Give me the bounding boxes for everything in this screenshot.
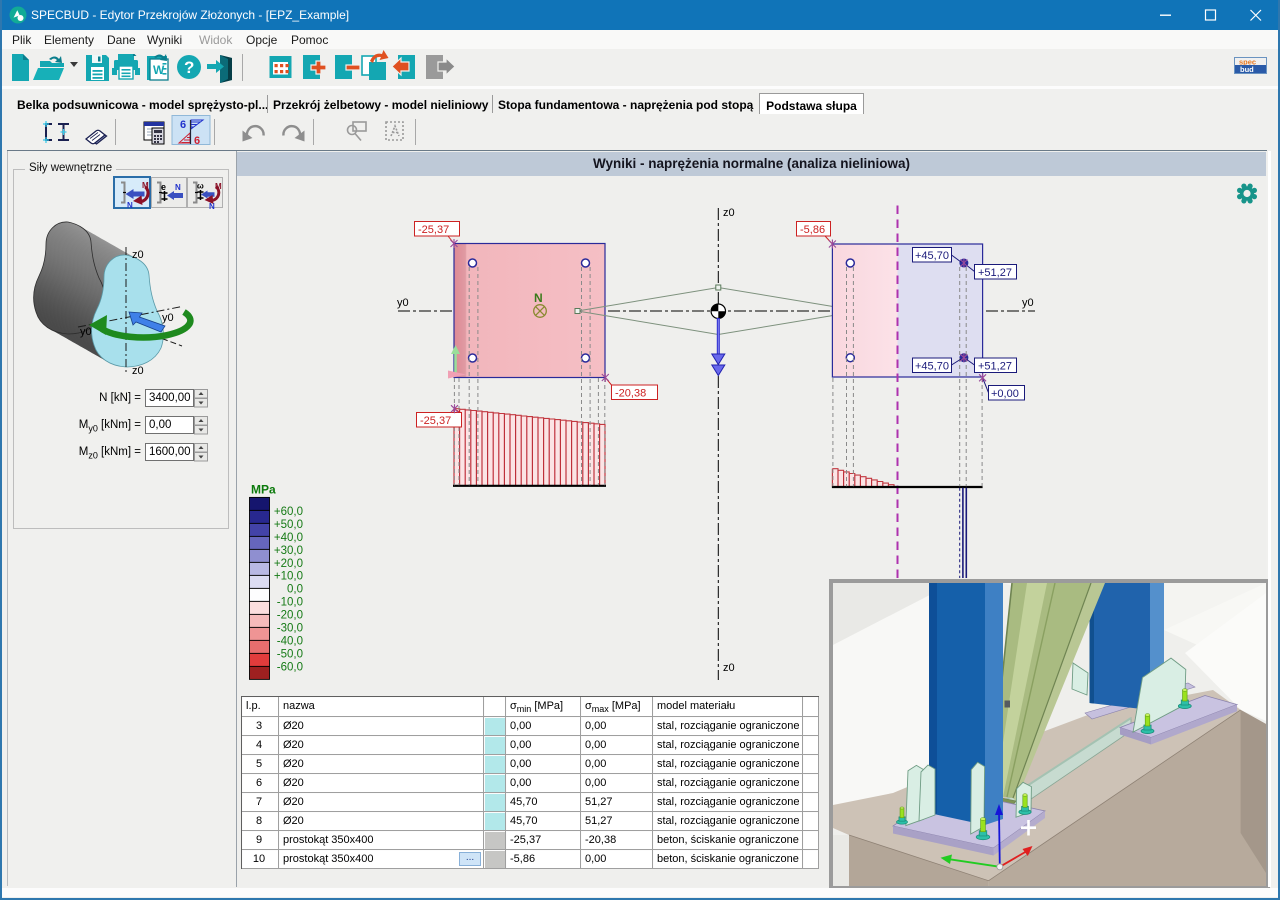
svg-text:ω: ω (197, 182, 204, 191)
svg-text:e: e (161, 182, 166, 192)
svg-text:M: M (142, 181, 149, 190)
svg-text:6: 6 (194, 135, 200, 147)
svg-text:z0: z0 (132, 249, 144, 261)
svg-text:6: 6 (180, 119, 186, 131)
svg-text:M: M (215, 182, 222, 191)
svg-text:y0: y0 (80, 326, 92, 338)
svg-text:bud: bud (1240, 65, 1254, 74)
svg-text:N: N (209, 202, 215, 211)
svg-text:z0: z0 (132, 365, 144, 377)
svg-text:y0: y0 (162, 312, 174, 324)
svg-text:W: W (153, 63, 165, 77)
svg-text:N: N (175, 183, 181, 192)
svg-text:N: N (127, 201, 133, 210)
svg-text:?: ? (184, 58, 194, 77)
